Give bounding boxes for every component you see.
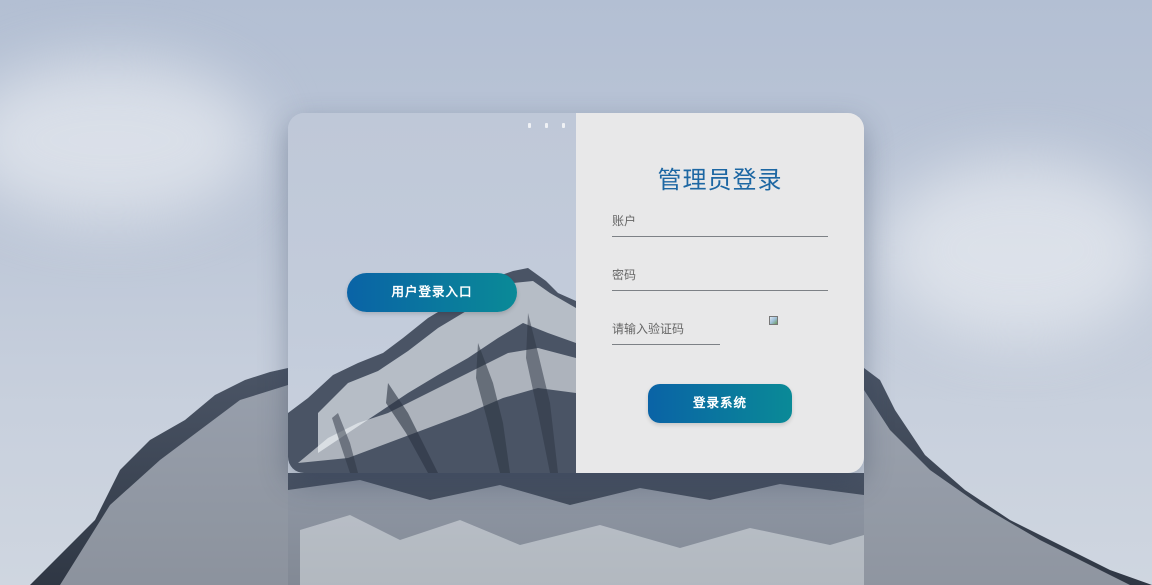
decorative-dots	[528, 123, 565, 128]
captcha-input[interactable]	[612, 320, 720, 345]
broken-image-icon[interactable]	[769, 316, 778, 325]
page-title: 管理员登录	[657, 167, 783, 194]
dot-icon	[562, 123, 565, 128]
user-entry-panel: 用户登录入口	[288, 113, 576, 473]
admin-login-form: 管理员登录 登录系统	[576, 113, 864, 473]
user-login-entry-button[interactable]: 用户登录入口	[347, 273, 517, 312]
login-card: 用户登录入口 管理员登录 登录系统	[288, 113, 864, 473]
dot-icon	[545, 123, 548, 128]
password-input[interactable]	[612, 266, 828, 291]
account-input[interactable]	[612, 212, 828, 237]
login-submit-button[interactable]: 登录系统	[648, 384, 792, 423]
dot-icon	[528, 123, 531, 128]
